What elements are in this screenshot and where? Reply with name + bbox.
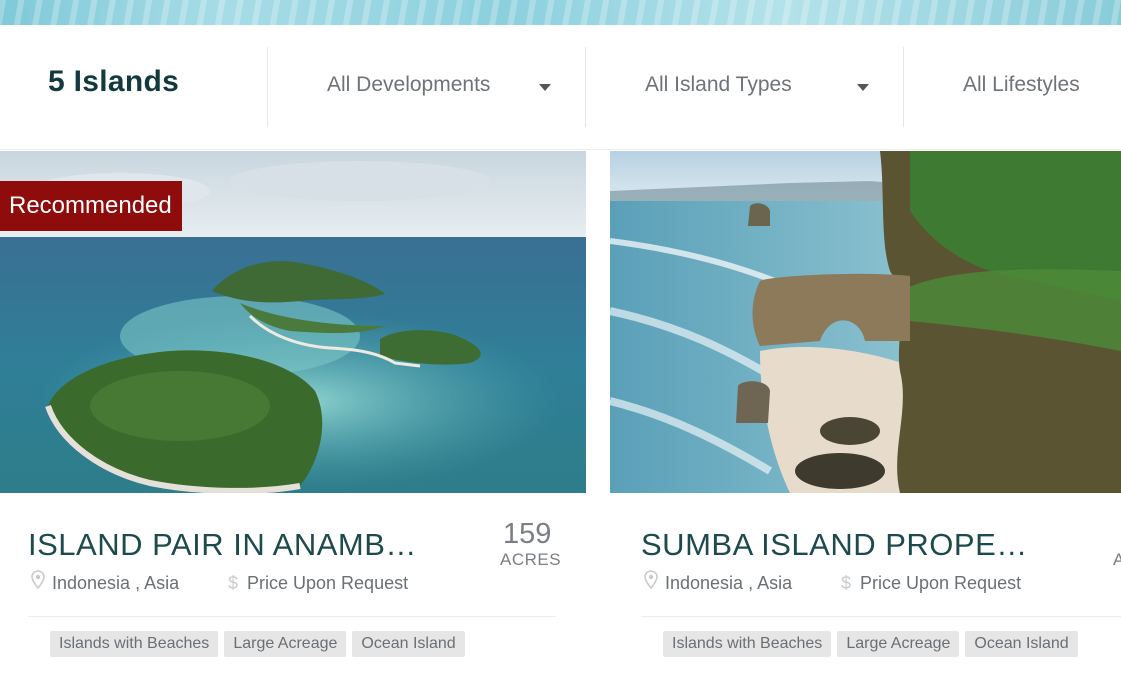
tag-large-acreage[interactable]: Large Acreage bbox=[224, 631, 347, 657]
developments-filter[interactable]: All Developments bbox=[327, 73, 490, 97]
acreage-unit: ACRES bbox=[500, 550, 562, 569]
map-pin-icon bbox=[644, 570, 658, 590]
listing-card[interactable]: SUMBA ISLAND PROPE… A Indonesia , Asia $… bbox=[610, 151, 1121, 675]
card-divider bbox=[641, 616, 1121, 617]
listing-photo[interactable]: Recommended bbox=[0, 151, 586, 493]
tag-list: Islands with Beaches Large Acreage Ocean… bbox=[663, 631, 1078, 657]
listing-location: Indonesia , Asia bbox=[52, 573, 180, 593]
tag-beaches[interactable]: Islands with Beaches bbox=[50, 631, 219, 657]
tag-ocean-island[interactable]: Ocean Island bbox=[965, 631, 1078, 657]
acreage-value: 159 bbox=[503, 518, 552, 550]
recommended-badge: Recommended bbox=[0, 181, 182, 231]
island-types-filter[interactable]: All Island Types bbox=[645, 73, 792, 97]
tag-beaches[interactable]: Islands with Beaches bbox=[663, 631, 832, 657]
listing-photo[interactable] bbox=[610, 151, 1121, 493]
tag-ocean-island[interactable]: Ocean Island bbox=[352, 631, 465, 657]
map-pin-icon bbox=[31, 570, 45, 590]
sumba-coast-photo bbox=[610, 151, 1121, 493]
results-count: 5 Islands bbox=[48, 65, 180, 98]
dollar-icon: $ bbox=[228, 573, 239, 593]
lifestyles-filter[interactable]: All Lifestyles bbox=[963, 73, 1080, 97]
listing-title[interactable]: SUMBA ISLAND PROPE… bbox=[641, 527, 1028, 563]
filter-divider bbox=[903, 47, 904, 127]
listing-price: Price Upon Request bbox=[247, 573, 409, 593]
card-divider bbox=[28, 616, 556, 617]
listing-card[interactable]: Recommended ISLAND PAIR IN ANAMB… 159 AC… bbox=[0, 151, 586, 675]
listing-title[interactable]: ISLAND PAIR IN ANAMB… bbox=[28, 527, 417, 563]
caret-down-icon[interactable] bbox=[857, 84, 869, 91]
filter-divider bbox=[267, 47, 268, 127]
ocean-banner-strip bbox=[0, 0, 1121, 25]
caret-down-icon[interactable] bbox=[539, 84, 551, 91]
acreage-unit: A bbox=[1113, 550, 1121, 569]
dollar-icon: $ bbox=[841, 573, 852, 593]
tag-list: Islands with Beaches Large Acreage Ocean… bbox=[50, 631, 465, 657]
filter-divider bbox=[585, 47, 586, 127]
filter-bar: 5 Islands All Developments All Island Ty… bbox=[0, 25, 1121, 150]
tag-large-acreage[interactable]: Large Acreage bbox=[837, 631, 960, 657]
listing-price: Price Upon Request bbox=[860, 573, 1022, 593]
listing-location: Indonesia , Asia bbox=[665, 573, 793, 593]
